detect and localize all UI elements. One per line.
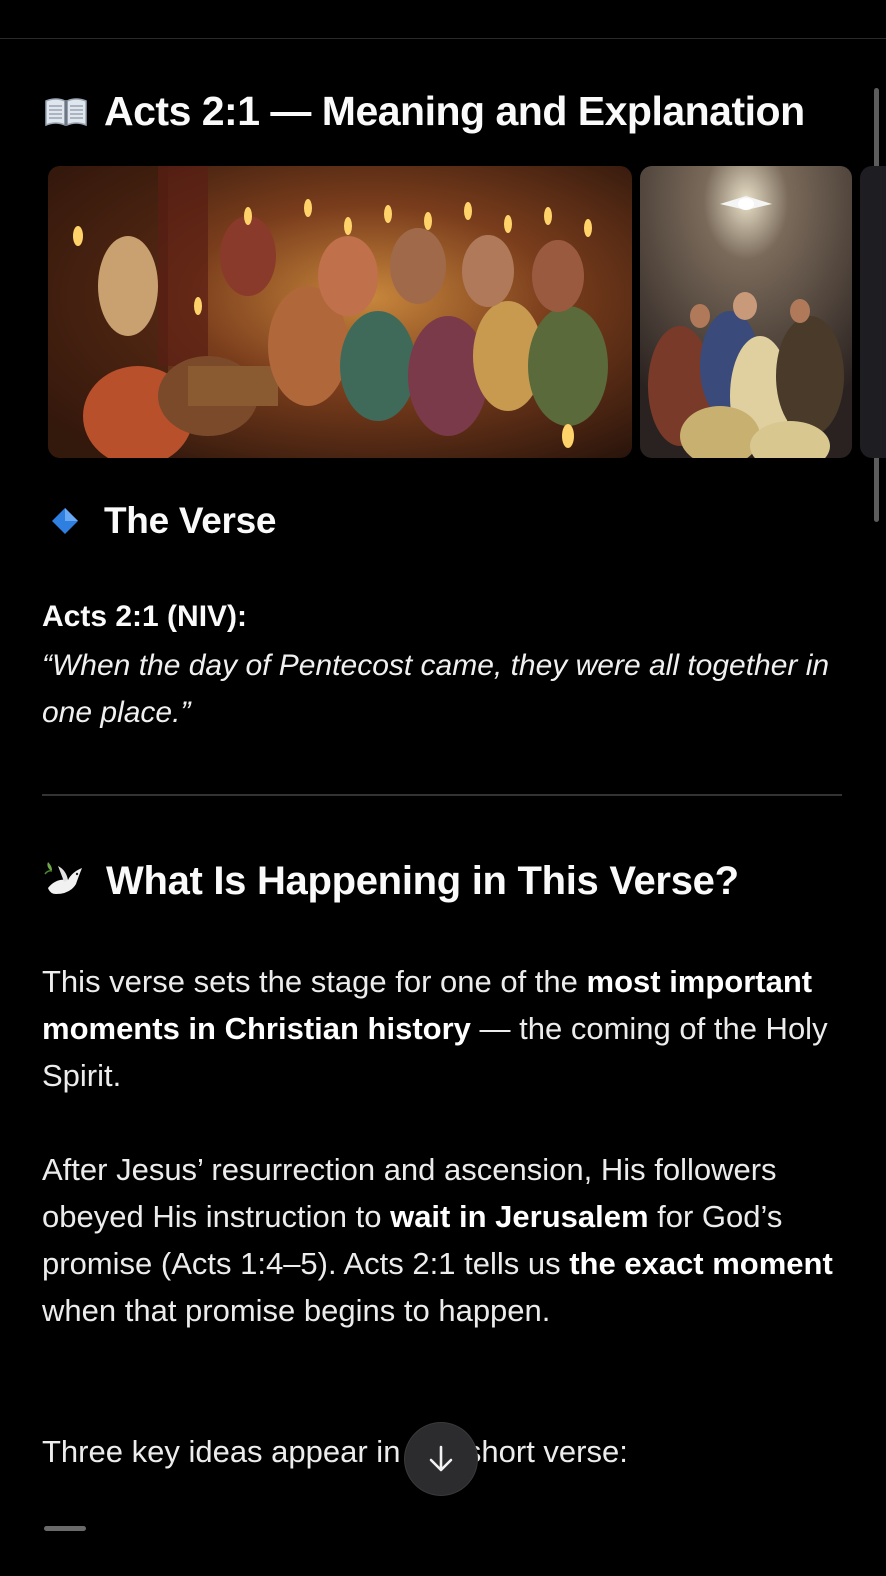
section-heading: What Is Happening in This Verse? bbox=[106, 858, 739, 903]
list-bullet-partial bbox=[44, 1526, 86, 1531]
section-verse-heading: The Verse bbox=[50, 500, 276, 542]
partial-image[interactable] bbox=[860, 166, 886, 458]
verse-quote: “When the day of Pentecost came, they we… bbox=[42, 649, 830, 729]
open-book-icon bbox=[45, 97, 87, 126]
section-happening-heading: What Is Happening in This Verse? bbox=[42, 858, 739, 904]
paragraph: After Jesus’ resurrection and ascension,… bbox=[42, 1152, 833, 1328]
top-divider bbox=[0, 38, 886, 39]
image-gallery[interactable] bbox=[48, 166, 886, 458]
paragraph: This verse sets the stage for one of the… bbox=[42, 964, 828, 1093]
page-title: Acts 2:1 — Meaning and Explanation bbox=[104, 88, 805, 134]
pentecost-dove-painting-image[interactable] bbox=[640, 166, 852, 458]
section-divider bbox=[42, 794, 842, 796]
dove-icon bbox=[44, 862, 82, 894]
section-heading: The Verse bbox=[104, 500, 277, 541]
scroll-down-button[interactable] bbox=[405, 1423, 477, 1495]
pentecost-painting-image[interactable] bbox=[48, 166, 632, 458]
arrow-down-icon bbox=[429, 1445, 453, 1472]
verse-reference: Acts 2:1 (NIV): bbox=[42, 600, 248, 633]
blue-diamond-icon bbox=[52, 508, 78, 534]
page-title-row: Acts 2:1 — Meaning and Explanation bbox=[44, 88, 805, 135]
